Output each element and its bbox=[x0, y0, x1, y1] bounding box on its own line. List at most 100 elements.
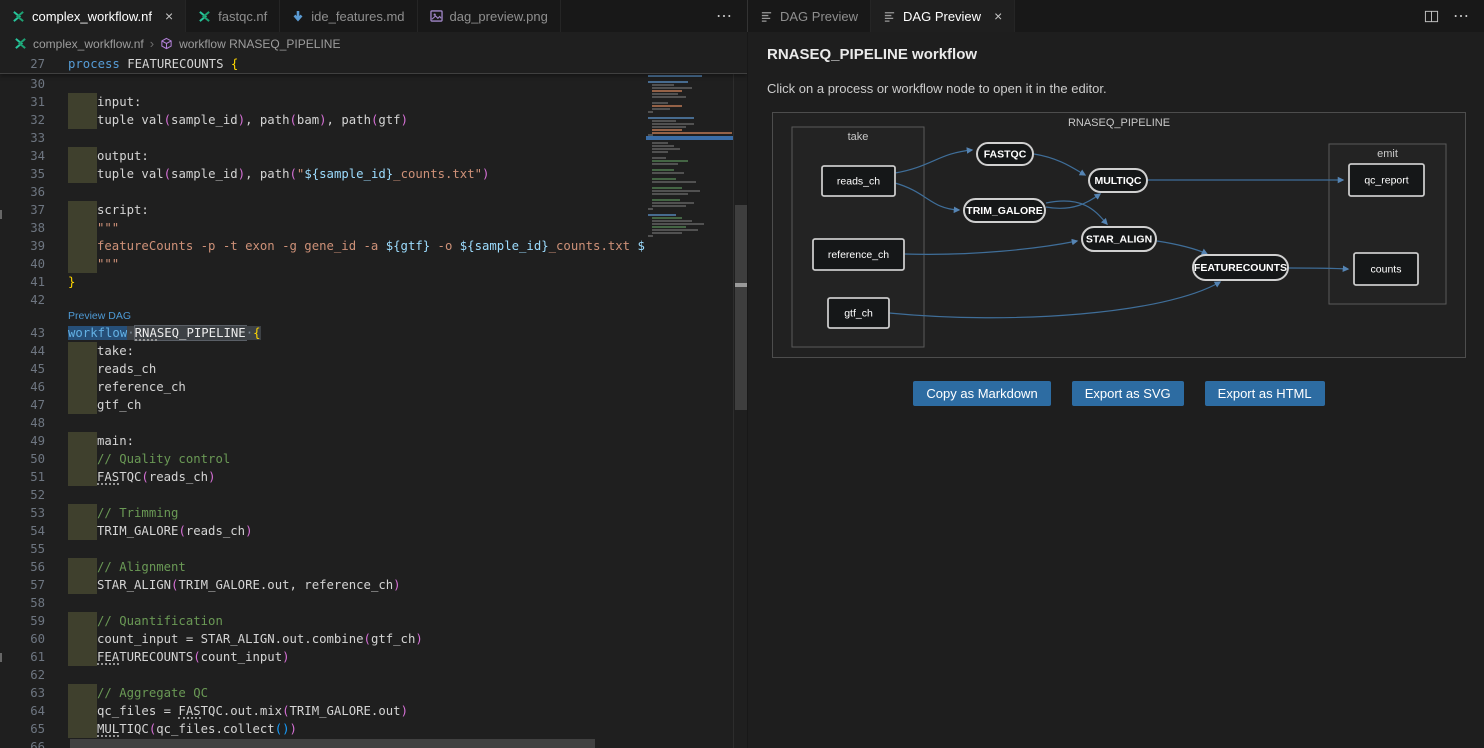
code-line-32[interactable]: 32tuple val(sample_id), path(bam), path(… bbox=[0, 111, 747, 129]
dag-node-MULTIQC[interactable]: MULTIQC bbox=[1089, 169, 1147, 192]
code-line-58[interactable]: 58 bbox=[0, 594, 747, 612]
dag-node-reads_ch[interactable]: reads_ch bbox=[822, 166, 895, 196]
code-line-52[interactable]: 52 bbox=[0, 486, 747, 504]
line-number: 64 bbox=[0, 702, 45, 720]
minimap-line bbox=[652, 226, 686, 228]
code-line-59[interactable]: 59// Quantification bbox=[0, 612, 747, 630]
code-line-30[interactable]: 30 bbox=[0, 75, 747, 93]
close-icon[interactable]: × bbox=[994, 9, 1002, 23]
tab-fastqc-nf[interactable]: fastqc.nf bbox=[186, 0, 280, 32]
indent-highlight bbox=[68, 255, 97, 273]
code-line-60[interactable]: 60count_input = STAR_ALIGN.out.combine(g… bbox=[0, 630, 747, 648]
code-text: // Aggregate QC bbox=[97, 684, 208, 702]
code-line-47[interactable]: 47gtf_ch bbox=[0, 396, 747, 414]
minimap-line bbox=[652, 217, 682, 219]
code-line-40[interactable]: 40""" bbox=[0, 255, 747, 273]
code-line-51[interactable]: 51FASTQC(reads_ch) bbox=[0, 468, 747, 486]
breadcrumb: complex_workflow.nf › workflow RNASEQ_PI… bbox=[0, 32, 747, 55]
sticky-scroll-line[interactable]: 27process FEATURECOUNTS { bbox=[0, 55, 747, 74]
code-line-33[interactable]: 33 bbox=[0, 129, 747, 147]
split-editor-icon[interactable] bbox=[1424, 9, 1439, 24]
vertical-scrollbar-thumb[interactable] bbox=[735, 205, 747, 410]
more-actions-icon[interactable]: ⋯ bbox=[1453, 6, 1470, 26]
nextflow-icon bbox=[198, 10, 211, 23]
minimap-line bbox=[648, 111, 653, 113]
close-icon[interactable]: × bbox=[165, 9, 173, 23]
export-as-html-button[interactable]: Export as HTML bbox=[1205, 381, 1325, 406]
vertical-scrollbar[interactable] bbox=[733, 55, 747, 748]
line-number: 56 bbox=[0, 558, 45, 576]
dag-node-FEATURECOUNTS[interactable]: FEATURECOUNTS bbox=[1193, 255, 1288, 280]
code-line-31[interactable]: 31input: bbox=[0, 93, 747, 111]
breadcrumb-file[interactable]: complex_workflow.nf bbox=[33, 37, 144, 51]
code-text: } bbox=[68, 273, 75, 291]
tab-label: DAG Preview bbox=[903, 9, 981, 24]
code-text: featureCounts -p -t exon -g gene_id -a $… bbox=[97, 237, 660, 255]
code-line-35[interactable]: 35tuple val(sample_id), path("${sample_i… bbox=[0, 165, 747, 183]
export-as-svg-button[interactable]: Export as SVG bbox=[1072, 381, 1184, 406]
code-line-48[interactable]: 48 bbox=[0, 414, 747, 432]
minimap[interactable] bbox=[646, 55, 733, 748]
code-line-46[interactable]: 46reference_ch bbox=[0, 378, 747, 396]
code-line-41[interactable]: 41} bbox=[0, 273, 747, 291]
tab-dag-preview[interactable]: DAG Preview × bbox=[871, 0, 1015, 32]
code-editor[interactable]: 3031input:32tuple val(sample_id), path(b… bbox=[0, 55, 747, 748]
code-line-53[interactable]: 53// Trimming bbox=[0, 504, 747, 522]
dag-node-FASTQC[interactable]: FASTQC bbox=[977, 143, 1033, 165]
code-line-42[interactable]: 42 bbox=[0, 291, 747, 309]
gutter-decoration bbox=[0, 653, 2, 662]
dag-node-gtf_ch[interactable]: gtf_ch bbox=[828, 298, 889, 328]
code-line-54[interactable]: 54TRIM_GALORE(reads_ch) bbox=[0, 522, 747, 540]
tab-ide-features-md[interactable]: ide_features.md bbox=[280, 0, 417, 32]
code-line-43[interactable]: 43workflow·RNASEQ_PIPELINE·{ bbox=[0, 324, 747, 342]
indent-highlight bbox=[68, 468, 97, 486]
minimap-line bbox=[652, 87, 692, 89]
tab-dag-preview-png[interactable]: dag_preview.png bbox=[418, 0, 561, 32]
indent-highlight bbox=[68, 237, 97, 255]
markdown-down-icon bbox=[292, 10, 304, 23]
codelens-preview-dag[interactable]: Preview DAG bbox=[68, 309, 131, 324]
tab-complex-workflow-nf[interactable]: complex_workflow.nf× bbox=[0, 0, 186, 32]
copy-as-markdown-button[interactable]: Copy as Markdown bbox=[913, 381, 1050, 406]
minimap-line bbox=[652, 160, 688, 162]
horizontal-scrollbar-thumb[interactable] bbox=[70, 739, 595, 748]
line-number: 46 bbox=[0, 378, 45, 396]
tab-label: dag_preview.png bbox=[450, 9, 548, 24]
code-line-45[interactable]: 45reads_ch bbox=[0, 360, 747, 378]
code-line-36[interactable]: 36 bbox=[0, 183, 747, 201]
dag-node-qc_report[interactable]: qc_report bbox=[1349, 164, 1424, 196]
code-line-63[interactable]: 63// Aggregate QC bbox=[0, 684, 747, 702]
breadcrumb-symbol[interactable]: workflow RNASEQ_PIPELINE bbox=[179, 37, 340, 51]
code-line-56[interactable]: 56// Alignment bbox=[0, 558, 747, 576]
more-actions-icon[interactable]: ⋯ bbox=[716, 6, 733, 26]
dag-node-reference_ch[interactable]: reference_ch bbox=[813, 239, 904, 270]
dag-node-counts[interactable]: counts bbox=[1354, 253, 1418, 285]
code-line-64[interactable]: 64qc_files = FASTQC.out.mix(TRIM_GALORE.… bbox=[0, 702, 747, 720]
minimap-line bbox=[652, 172, 684, 174]
code-line-65[interactable]: 65MULTIQC(qc_files.collect()) bbox=[0, 720, 747, 738]
panel-subtext: Click on a process or workflow node to o… bbox=[767, 81, 1107, 96]
minimap-line bbox=[652, 223, 704, 225]
dag-node-STAR_ALIGN[interactable]: STAR_ALIGN bbox=[1082, 227, 1156, 251]
code-line-62[interactable]: 62 bbox=[0, 666, 747, 684]
code-line-55[interactable]: 55 bbox=[0, 540, 747, 558]
indent-highlight bbox=[68, 558, 97, 576]
code-line-39[interactable]: 39featureCounts -p -t exon -g gene_id -a… bbox=[0, 237, 747, 255]
indent-highlight bbox=[68, 612, 97, 630]
code-line-44[interactable]: 44take: bbox=[0, 342, 747, 360]
code-line-57[interactable]: 57STAR_ALIGN(TRIM_GALORE.out, reference_… bbox=[0, 576, 747, 594]
minimap-line bbox=[652, 132, 732, 134]
line-number: 49 bbox=[0, 432, 45, 450]
code-line-37[interactable]: 37script: bbox=[0, 201, 747, 219]
tab-dag-preview[interactable]: DAG Preview bbox=[748, 0, 871, 32]
code-line-61[interactable]: 61FEATURECOUNTS(count_input) bbox=[0, 648, 747, 666]
code-line-49[interactable]: 49main: bbox=[0, 432, 747, 450]
panel-title: RNASEQ_PIPELINE workflow bbox=[767, 46, 977, 63]
code-line-34[interactable]: 34output: bbox=[0, 147, 747, 165]
tabbar-spacer bbox=[561, 0, 702, 32]
code-line-50[interactable]: 50// Quality control bbox=[0, 450, 747, 468]
indent-highlight bbox=[68, 648, 97, 666]
dag-node-TRIM_GALORE[interactable]: TRIM_GALORE bbox=[964, 199, 1045, 222]
code-line-38[interactable]: 38""" bbox=[0, 219, 747, 237]
line-number: 52 bbox=[0, 486, 45, 504]
